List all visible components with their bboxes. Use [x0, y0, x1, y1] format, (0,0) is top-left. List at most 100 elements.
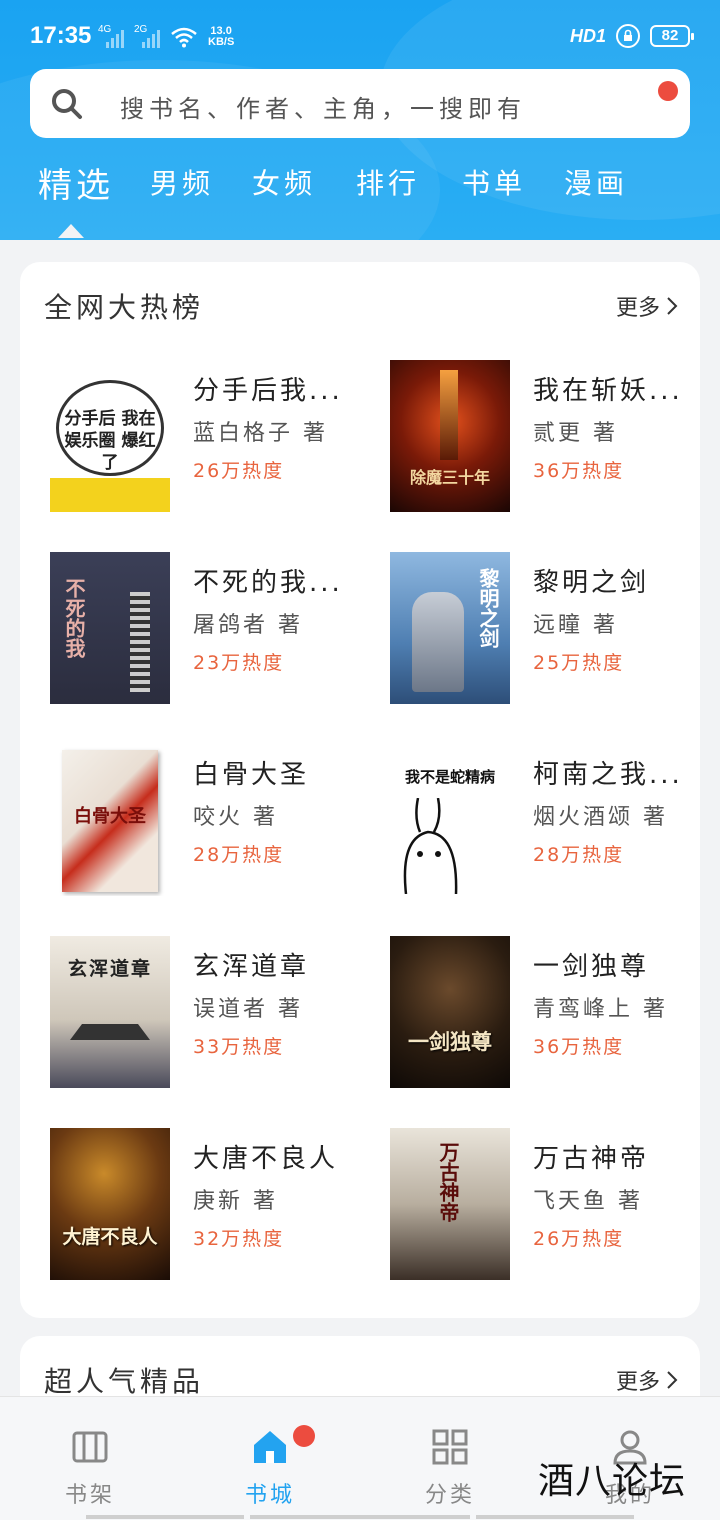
network-speed: 13.0 KB/S: [208, 26, 234, 48]
speed-unit: KB/S: [208, 36, 235, 48]
book-item[interactable]: 大唐不良人 大唐不良人 庚新 著 32万热度: [50, 1128, 370, 1284]
book-cover: 大唐不良人: [50, 1128, 170, 1280]
chevron-right-icon: [667, 297, 678, 315]
tab-ranking[interactable]: 排行: [356, 162, 420, 202]
nav-category[interactable]: 分类: [390, 1397, 510, 1520]
book-author: 远瞳 著: [533, 613, 618, 638]
book-cover-text: 不死的我: [62, 578, 86, 658]
book-author: 烟火酒颂 著: [533, 805, 668, 830]
book-title: 万古神帝: [533, 1144, 650, 1174]
nav-label: 书架: [64, 1483, 115, 1508]
more-link[interactable]: 更多: [616, 1364, 678, 1396]
book-cover: 不死的我: [50, 552, 170, 704]
tab-male[interactable]: 男频: [150, 162, 214, 202]
book-item[interactable]: 我不是蛇精病 柯南之我... 烟火酒颂 著 28万热度: [390, 744, 710, 900]
book-cover: 分手后 我在娱乐圈 爆红了: [50, 360, 170, 512]
more-link[interactable]: 更多: [616, 290, 678, 322]
book-author: 贰更 著: [533, 421, 618, 446]
book-title: 柯南之我...: [533, 760, 683, 790]
book-item[interactable]: 玄浑道章 玄浑道章 误道者 著 33万热度: [50, 936, 370, 1092]
book-cover-text: 万古神帝: [436, 1142, 460, 1222]
battery-icon: 82: [650, 25, 694, 47]
status-bar: 17:35 4G 2G 13.0 KB/S HD1 82: [0, 0, 720, 72]
book-author: 青鸾峰上 著: [533, 997, 668, 1022]
book-title: 我在斩妖...: [533, 376, 683, 406]
book-cover-text: 除魔三十年: [409, 468, 490, 487]
notification-dot: [293, 1425, 315, 1447]
nav-label: 书城: [244, 1483, 295, 1508]
hd-badge: HD1: [569, 25, 606, 46]
book-title: 大唐不良人: [193, 1144, 339, 1174]
book-author: 咬火 著: [193, 805, 278, 830]
book-cover-text: 大唐不良人: [62, 1226, 158, 1248]
nav-bookshelf[interactable]: 书架: [30, 1397, 150, 1520]
book-heat: 26万热度: [533, 1228, 625, 1250]
book-heat: 33万热度: [193, 1036, 285, 1058]
more-label: 更多: [615, 296, 660, 321]
tab-booklist[interactable]: 书单: [462, 162, 526, 202]
book-heat: 28万热度: [193, 844, 285, 866]
gesture-bar: [0, 1515, 720, 1520]
book-cover-text: 一剑独尊: [408, 1029, 492, 1054]
book-cover-text: 黎明之剑: [476, 568, 500, 648]
search-icon: [52, 89, 82, 119]
book-item[interactable]: 万古神帝 万古神帝 飞天鱼 著 26万热度: [390, 1128, 710, 1284]
book-title: 一剑独尊: [533, 952, 650, 982]
book-heat: 36万热度: [533, 460, 625, 482]
book-author: 蓝白格子 著: [193, 421, 328, 446]
book-cover: 除魔三十年: [390, 360, 510, 512]
book-title: 白骨大圣: [193, 760, 310, 790]
book-item[interactable]: 黎明之剑 黎明之剑 远瞳 著 25万热度: [390, 552, 710, 708]
tab-featured[interactable]: 精选: [38, 158, 114, 207]
section-title: 超人气精品: [44, 1365, 205, 1398]
watermark: 酒八论坛: [538, 1461, 687, 1502]
chevron-right-icon: [667, 1371, 678, 1389]
book-heat: 26万热度: [193, 460, 285, 482]
book-cover: 万古神帝: [390, 1128, 510, 1280]
book-heat: 36万热度: [533, 1036, 625, 1058]
book-title: 分手后我...: [193, 376, 343, 406]
book-item[interactable]: 不死的我 不死的我... 屠鸽者 著 23万热度: [50, 552, 370, 708]
book-author: 飞天鱼 著: [533, 1189, 643, 1214]
more-label: 更多: [615, 1370, 660, 1395]
section-title: 全网大热榜: [44, 291, 205, 324]
status-right: HD1 82: [569, 24, 694, 48]
book-cover: 白骨大圣: [50, 744, 170, 896]
book-item[interactable]: 白骨大圣 白骨大圣 咬火 著 28万热度: [50, 744, 370, 900]
search-bar[interactable]: 搜书名、作者、主角，一搜即有: [30, 69, 690, 138]
rotation-lock-icon: [616, 24, 640, 48]
hot-list-card: 全网大热榜 更多 分手后 我在娱乐圈 爆红了 分手后我... 蓝白格子 著 26…: [20, 262, 700, 1318]
tab-female[interactable]: 女频: [252, 162, 316, 202]
book-cover: 我不是蛇精病: [390, 744, 510, 896]
category-icon: [432, 1429, 468, 1465]
nav-bookstore[interactable]: 书城: [210, 1397, 330, 1520]
tab-indicator: [58, 224, 84, 238]
search-placeholder: 搜书名、作者、主角，一搜即有: [120, 95, 526, 123]
book-author: 屠鸽者 著: [193, 613, 303, 638]
book-cover: 黎明之剑: [390, 552, 510, 704]
tab-comics[interactable]: 漫画: [564, 162, 628, 202]
wifi-icon: [171, 27, 197, 48]
signal-icon: 2G: [134, 24, 160, 48]
network-indicators: 4G 2G 13.0 KB/S: [98, 24, 234, 48]
book-title: 不死的我...: [193, 568, 343, 598]
book-heat: 28万热度: [533, 844, 625, 866]
book-heat: 32万热度: [193, 1228, 285, 1250]
book-cover-text: 白骨大圣: [74, 806, 146, 827]
book-cover-text: 我不是蛇精病: [404, 768, 495, 786]
book-cover: 玄浑道章: [50, 936, 170, 1088]
signal-icon: 4G: [98, 24, 124, 48]
header: 17:35 4G 2G 13.0 KB/S HD1 82 搜书名、作者、主角，一…: [0, 0, 720, 240]
book-item[interactable]: 一剑独尊 一剑独尊 青鸾峰上 著 36万热度: [390, 936, 710, 1092]
book-item[interactable]: 除魔三十年 我在斩妖... 贰更 著 36万热度: [390, 360, 710, 516]
book-title: 玄浑道章: [193, 952, 310, 982]
book-item[interactable]: 分手后 我在娱乐圈 爆红了 分手后我... 蓝白格子 著 26万热度: [50, 360, 370, 516]
nav-label: 分类: [424, 1483, 475, 1508]
book-cover-text: 分手后 我在娱乐圈 爆红了: [64, 409, 156, 473]
status-time: 17:35: [30, 22, 92, 49]
book-title: 黎明之剑: [533, 568, 650, 598]
category-tabs: 精选 男频 女频 排行 书单 漫画: [0, 162, 720, 240]
home-icon: [254, 1431, 286, 1463]
book-cover: 一剑独尊: [390, 936, 510, 1088]
book-author: 误道者 著: [193, 997, 303, 1022]
